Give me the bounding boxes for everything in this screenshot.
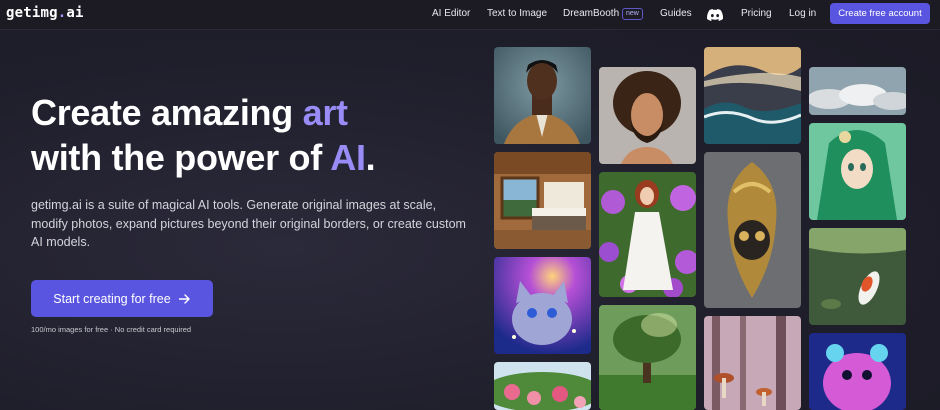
gallery-image-golden-skull[interactable]	[704, 152, 801, 308]
logo[interactable]: getimg.ai	[6, 5, 84, 21]
hero-headline: Create amazing art with the power of AI.	[31, 90, 461, 180]
top-nav: getimg.ai AI Editor Text to Image DreamB…	[0, 0, 940, 30]
start-creating-label: Start creating for free	[53, 291, 171, 306]
headline-accent-art: art	[302, 92, 348, 133]
headline-line2: with the power of	[31, 137, 331, 178]
new-badge: new	[622, 8, 643, 20]
nav-ai-editor[interactable]: AI Editor	[432, 8, 470, 19]
gallery-image-rose-garden[interactable]	[494, 362, 591, 410]
gallery-image-anime-girl[interactable]	[809, 123, 906, 220]
gallery-image-clouds[interactable]	[809, 67, 906, 115]
nav-login[interactable]: Log in	[789, 8, 816, 19]
gallery-image-woman-white-dress[interactable]	[599, 172, 696, 297]
arrow-right-icon	[178, 293, 190, 304]
nav-pricing[interactable]: Pricing	[741, 8, 772, 19]
gallery-image-koi-pond[interactable]	[809, 228, 906, 325]
hero-description: getimg.ai is a suite of magical AI tools…	[31, 198, 466, 249]
gallery-image-wooden-bedroom[interactable]	[494, 152, 591, 249]
logo-main: getimg	[6, 5, 58, 21]
headline-line1: Create amazing	[31, 92, 303, 133]
create-free-account-button[interactable]: Create free account	[830, 3, 930, 24]
discord-icon[interactable]	[707, 8, 724, 21]
start-creating-button[interactable]: Start creating for free	[31, 280, 213, 317]
gallery-image-misty-forest[interactable]	[704, 316, 801, 410]
free-images-note: 100/mo images for free · No credit card …	[31, 325, 192, 334]
gallery-image-tree-meadow[interactable]	[599, 305, 696, 410]
gallery-image-man-brown-suit[interactable]	[494, 47, 591, 144]
nav-guides[interactable]: Guides	[660, 8, 692, 19]
logo-suffix: ai	[66, 5, 84, 21]
nav-text-to-image[interactable]: Text to Image	[487, 8, 547, 19]
gallery-image-neon-hamster[interactable]	[809, 333, 906, 410]
gallery-image-galaxy-cat[interactable]	[494, 257, 591, 354]
headline-accent-ai: AI	[330, 137, 366, 178]
headline-period: .	[365, 137, 376, 178]
gallery-image-stormy-ocean[interactable]	[704, 47, 801, 144]
gallery-image-curly-haired-man[interactable]	[599, 67, 696, 164]
nav-dreambooth[interactable]: DreamBooth	[563, 8, 619, 19]
